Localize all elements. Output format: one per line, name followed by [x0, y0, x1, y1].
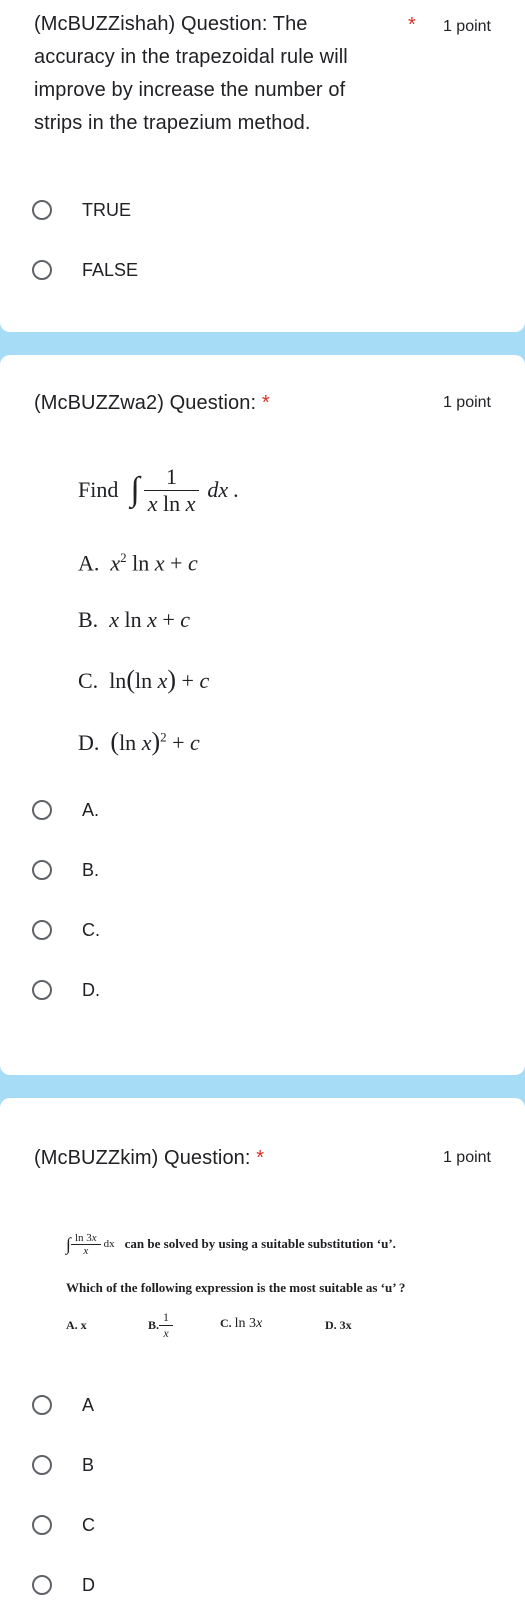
- option-b[interactable]: B: [32, 1450, 94, 1480]
- question-1-line-3: improve by increase the number of: [34, 79, 346, 101]
- choice-letter: C.: [220, 1316, 232, 1330]
- option-b[interactable]: B.: [32, 855, 99, 885]
- option-c[interactable]: C: [32, 1510, 95, 1540]
- question-2-title: (McBUZZwa2) Question: *: [34, 387, 270, 420]
- question-title-text: (McBUZZwa2) Question:: [34, 392, 257, 414]
- required-asterisk: *: [261, 392, 270, 414]
- choice-letter: C.: [78, 668, 99, 693]
- question-3-title: (McBUZZkim) Question: *: [34, 1142, 264, 1175]
- points-label: 1 point: [442, 394, 491, 411]
- radio-button[interactable]: [32, 860, 52, 880]
- option-false[interactable]: FALSE: [32, 255, 138, 285]
- find-label: Find: [78, 477, 119, 502]
- option-d[interactable]: D.: [32, 975, 100, 1005]
- option-label: C.: [82, 919, 100, 940]
- question-card-3: (McBUZZkim) Question: * 1 point ∫ ln 3x …: [0, 1098, 525, 1621]
- option-label: B.: [82, 859, 100, 880]
- dx-label: dx .: [207, 477, 240, 502]
- question-3-prompt-line-2: Which of the following expression is the…: [66, 1280, 406, 1295]
- fraction: 1 x ln x: [143, 464, 200, 517]
- option-label: D.: [82, 979, 100, 1000]
- radio-button[interactable]: [32, 800, 52, 820]
- question-1-line-1: (McBUZZishah) Question: The: [34, 13, 308, 35]
- option-label: FALSE: [82, 259, 139, 280]
- question-card-2: (McBUZZwa2) Question: * 1 point Find ∫ 1…: [0, 355, 525, 1075]
- choice-b-text: B. 1 x: [148, 1310, 174, 1341]
- radio-button[interactable]: [32, 920, 52, 940]
- option-a[interactable]: A.: [32, 795, 99, 825]
- required-asterisk: *: [408, 14, 416, 36]
- question-title-text: (McBUZZkim) Question:: [34, 1147, 251, 1169]
- option-label: C: [82, 1514, 95, 1535]
- radio-button[interactable]: [32, 980, 52, 1000]
- option-label: A.: [82, 799, 100, 820]
- option-true[interactable]: TRUE: [32, 195, 131, 225]
- required-asterisk: *: [256, 1147, 265, 1169]
- points-label: 1 point: [442, 18, 491, 35]
- question-card-1: (McBUZZishah) Question: The accuracy in …: [0, 0, 525, 332]
- question-1-title: (McBUZZishah) Question: The accuracy in …: [34, 8, 348, 140]
- question-2-integral-image: Find ∫ 1 x ln x dx .: [78, 455, 239, 525]
- choice-a-image: A. x2 ln x + c: [78, 550, 198, 576]
- radio-button[interactable]: [32, 1515, 52, 1535]
- option-label: B: [82, 1454, 95, 1475]
- prompt-text: can be solved by using a suitable substi…: [124, 1236, 396, 1251]
- choice-letter: D.: [78, 730, 100, 755]
- choice-c-image: C. ln(ln x) + c: [78, 665, 210, 694]
- question-1-line-2: accuracy in the trapezoidal rule will: [34, 46, 348, 68]
- choice-letter: B.: [148, 1318, 160, 1332]
- choice-c-text: C. ln 3x: [220, 1316, 263, 1331]
- choice-d-text: D. 3x: [325, 1318, 352, 1332]
- integral-sign: ∫: [130, 471, 140, 508]
- radio-button[interactable]: [32, 200, 52, 220]
- option-d[interactable]: D: [32, 1570, 95, 1600]
- option-label: A: [82, 1394, 95, 1415]
- choice-d-image: D. (ln x)2 + c: [78, 727, 200, 756]
- question-3-prompt-line-1: ∫ ln 3x x dx can be solved by using a su…: [66, 1231, 396, 1257]
- choice-b-image: B. x ln x + c: [78, 607, 191, 632]
- option-c[interactable]: C.: [32, 915, 100, 945]
- fraction: ln 3x x: [70, 1232, 101, 1257]
- points-label: 1 point: [442, 1149, 491, 1166]
- option-label: TRUE: [82, 199, 131, 220]
- radio-button[interactable]: [32, 1395, 52, 1415]
- option-label: D: [82, 1574, 95, 1595]
- choice-letter: B.: [78, 607, 99, 632]
- option-a[interactable]: A: [32, 1390, 94, 1420]
- choice-letter: A.: [78, 550, 100, 576]
- radio-button[interactable]: [32, 1575, 52, 1595]
- choice-a-text: A. x: [66, 1318, 87, 1332]
- question-1-line-4: strips in the trapezium method.: [34, 112, 311, 134]
- radio-button[interactable]: [32, 1455, 52, 1475]
- radio-button[interactable]: [32, 260, 52, 280]
